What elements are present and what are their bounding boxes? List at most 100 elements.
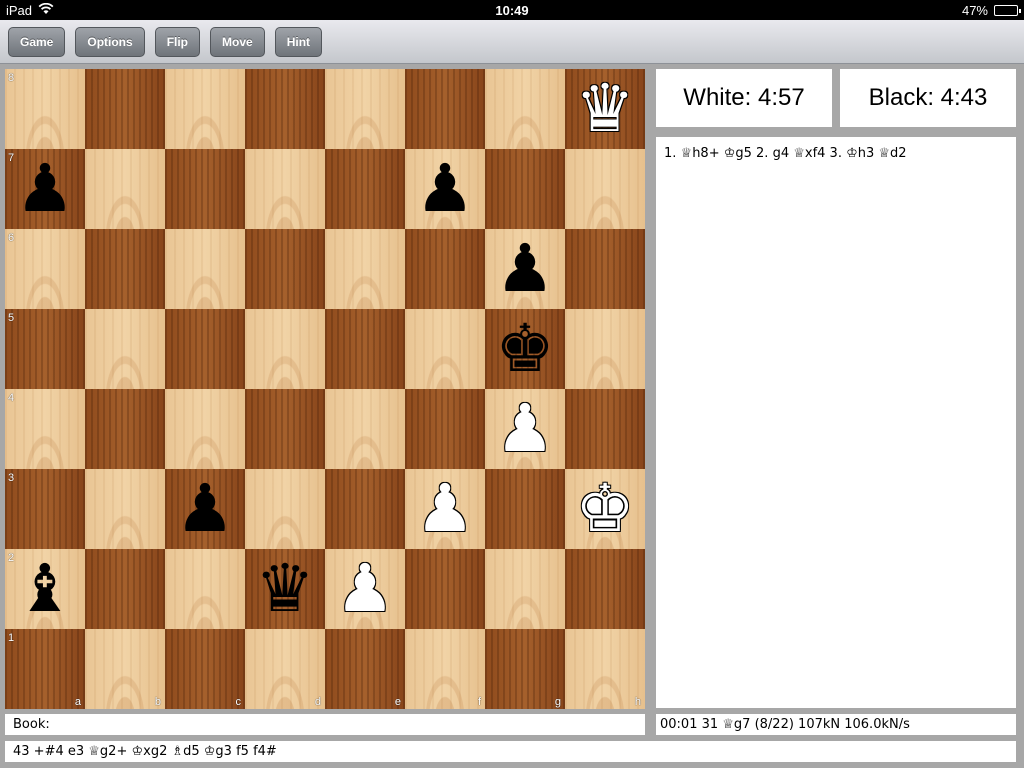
square-h2[interactable]	[565, 549, 645, 629]
square-e2[interactable]: ♟	[325, 549, 405, 629]
device-name: iPad	[6, 2, 33, 18]
square-a6[interactable]: 6	[5, 229, 85, 309]
options-button[interactable]: Options	[75, 26, 145, 57]
square-g2[interactable]	[485, 549, 565, 629]
square-f1[interactable]: f	[405, 629, 485, 709]
square-d8[interactable]	[245, 69, 325, 149]
hint-button[interactable]: Hint	[274, 26, 323, 57]
square-g1[interactable]: g	[485, 629, 565, 709]
square-g8[interactable]	[485, 69, 565, 149]
square-f3[interactable]: ♟	[405, 469, 485, 549]
black-pawn-piece[interactable]: ♟	[5, 149, 85, 229]
square-g4[interactable]: ♟	[485, 389, 565, 469]
square-d6[interactable]	[245, 229, 325, 309]
square-f5[interactable]	[405, 309, 485, 389]
black-bishop-piece[interactable]: ♝	[5, 549, 85, 629]
square-e3[interactable]	[325, 469, 405, 549]
square-c6[interactable]	[165, 229, 245, 309]
square-c7[interactable]	[165, 149, 245, 229]
rank-label: 3	[8, 472, 15, 484]
square-b2[interactable]	[85, 549, 165, 629]
square-h6[interactable]	[565, 229, 645, 309]
game-button[interactable]: Game	[8, 26, 66, 57]
chess-board[interactable]: 8 ♛ 7 ♟ ♟ 6 ♟ 5 ♚ 4 ♟ 3 ♟ ♟ ♚ 2 ♝ ♛ ♟ 1 a b c d e f g h	[5, 69, 645, 709]
square-b3[interactable]	[85, 469, 165, 549]
black-pawn-piece[interactable]: ♟	[165, 469, 245, 549]
square-c2[interactable]	[165, 549, 245, 629]
square-h8[interactable]: ♛	[565, 69, 645, 149]
square-e1[interactable]: e	[325, 629, 405, 709]
rank-label: 6	[8, 232, 15, 244]
square-f2[interactable]	[405, 549, 485, 629]
square-c3[interactable]: ♟	[165, 469, 245, 549]
square-b6[interactable]	[85, 229, 165, 309]
rank-label: 8	[8, 72, 15, 84]
move-button[interactable]: Move	[210, 26, 265, 57]
black-king-piece[interactable]: ♚	[485, 309, 565, 389]
square-d3[interactable]	[245, 469, 325, 549]
black-queen-piece[interactable]: ♛	[245, 549, 325, 629]
square-d1[interactable]: d	[245, 629, 325, 709]
square-h5[interactable]	[565, 309, 645, 389]
square-b7[interactable]	[85, 149, 165, 229]
square-g6[interactable]: ♟	[485, 229, 565, 309]
white-queen-piece[interactable]: ♛	[565, 69, 645, 149]
square-e6[interactable]	[325, 229, 405, 309]
file-label: b	[154, 696, 161, 708]
square-d5[interactable]	[245, 309, 325, 389]
square-h3[interactable]: ♚	[565, 469, 645, 549]
square-a5[interactable]: 5	[5, 309, 85, 389]
file-label: h	[634, 696, 641, 708]
square-c4[interactable]	[165, 389, 245, 469]
square-d7[interactable]	[245, 149, 325, 229]
battery-percent: 47%	[961, 2, 988, 18]
square-f6[interactable]	[405, 229, 485, 309]
square-a4[interactable]: 4	[5, 389, 85, 469]
square-c5[interactable]	[165, 309, 245, 389]
square-b8[interactable]	[85, 69, 165, 149]
black-pawn-piece[interactable]: ♟	[485, 229, 565, 309]
white-pawn-piece[interactable]: ♟	[405, 469, 485, 549]
square-a1[interactable]: 1a	[5, 629, 85, 709]
square-e7[interactable]	[325, 149, 405, 229]
square-d2[interactable]: ♛	[245, 549, 325, 629]
square-f8[interactable]	[405, 69, 485, 149]
toolbar: Game Options Flip Move Hint	[0, 20, 1024, 64]
square-a8[interactable]: 8	[5, 69, 85, 149]
square-h4[interactable]	[565, 389, 645, 469]
square-d4[interactable]	[245, 389, 325, 469]
square-h7[interactable]	[565, 149, 645, 229]
file-label: f	[477, 696, 481, 708]
white-pawn-piece[interactable]: ♟	[485, 389, 565, 469]
square-f4[interactable]	[405, 389, 485, 469]
status-time: 10:49	[495, 2, 529, 18]
black-clock: Black: 4:43	[840, 69, 1016, 127]
square-a7[interactable]: 7 ♟	[5, 149, 85, 229]
status-bar: iPad 10:49 47%	[0, 0, 1024, 20]
square-b5[interactable]	[85, 309, 165, 389]
square-b4[interactable]	[85, 389, 165, 469]
square-g3[interactable]	[485, 469, 565, 549]
square-f7[interactable]: ♟	[405, 149, 485, 229]
square-h1[interactable]: h	[565, 629, 645, 709]
square-c8[interactable]	[165, 69, 245, 149]
square-g5[interactable]: ♚	[485, 309, 565, 389]
square-e5[interactable]	[325, 309, 405, 389]
flip-button[interactable]: Flip	[154, 26, 201, 57]
square-e8[interactable]	[325, 69, 405, 149]
square-a2[interactable]: 2 ♝	[5, 549, 85, 629]
move-list[interactable]: 1. ♕h8+ ♔g5 2. g4 ♕xf4 3. ♔h3 ♕d2	[656, 137, 1016, 708]
principal-variation: 43 +#4 e3 ♕g2+ ♔xg2 ♗d5 ♔g3 f5 f4#	[5, 741, 1016, 762]
square-a3[interactable]: 3	[5, 469, 85, 549]
engine-info: 00:01 31 ♕g7 (8/22) 107kN 106.0kN/s	[656, 714, 1016, 735]
black-pawn-piece[interactable]: ♟	[405, 149, 485, 229]
file-label: d	[314, 696, 321, 708]
white-king-piece[interactable]: ♚	[565, 469, 645, 549]
file-label: e	[394, 696, 401, 708]
file-label: a	[74, 696, 81, 708]
white-pawn-piece[interactable]: ♟	[325, 549, 405, 629]
square-b1[interactable]: b	[85, 629, 165, 709]
square-c1[interactable]: c	[165, 629, 245, 709]
square-e4[interactable]	[325, 389, 405, 469]
square-g7[interactable]	[485, 149, 565, 229]
